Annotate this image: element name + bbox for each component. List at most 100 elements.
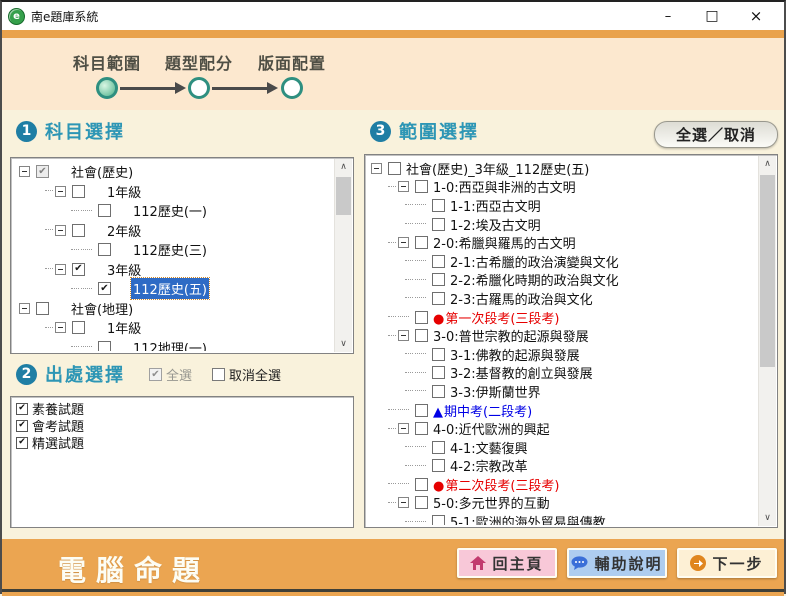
tree-item[interactable]: ✔ 112歷史(五) [13, 279, 334, 299]
tree-item[interactable]: 4-2:宗教改革 [367, 457, 758, 476]
tree-item-label[interactable]: 5-1:歐洲的海外貿易與傳教 [448, 511, 608, 525]
tree-item[interactable]: ▲期中考(二段考) [367, 401, 758, 420]
tree-item[interactable]: 4-0:近代歐洲的興起 [367, 419, 758, 438]
collapse-icon[interactable] [55, 225, 66, 236]
tree-item[interactable]: 1年級 [13, 182, 334, 202]
tree-item[interactable]: 4-1:文藝復興 [367, 438, 758, 457]
list-item[interactable]: ✔精選試題 [13, 434, 351, 451]
tree-item[interactable]: 1-2:埃及古文明 [367, 215, 758, 234]
checkbox[interactable]: ✔ [36, 165, 49, 178]
checkbox[interactable] [432, 199, 445, 212]
checkbox[interactable]: ✔ [16, 437, 28, 449]
tree-item-label[interactable]: 社會(歷史) [69, 161, 135, 182]
tree-item[interactable]: ●第二次段考(三段考) [367, 475, 758, 494]
checkbox[interactable]: ✔ [72, 263, 85, 276]
tree-item[interactable]: 1年級 [13, 318, 334, 338]
vertical-scrollbar[interactable]: ∧ ∨ [758, 156, 776, 526]
tree-item[interactable]: 3-1:佛教的起源與發展 [367, 345, 758, 364]
collapse-icon[interactable] [398, 497, 409, 508]
checkbox[interactable] [388, 162, 401, 175]
checkbox[interactable]: ✔ [16, 420, 28, 432]
scroll-down-icon[interactable]: ∨ [759, 510, 776, 526]
checkbox[interactable] [432, 441, 445, 454]
tree-item[interactable]: 5-1:歐洲的海外貿易與傳教 [367, 512, 758, 525]
checkbox[interactable] [415, 329, 428, 342]
step-circle-1[interactable] [96, 77, 118, 99]
tree-item-label[interactable]: 3年級 [105, 259, 143, 280]
checkbox[interactable] [72, 321, 85, 334]
checkbox[interactable] [98, 243, 111, 256]
tree-item[interactable]: 2年級 [13, 221, 334, 241]
close-button[interactable]: × [734, 3, 778, 29]
help-button[interactable]: 輔助說明 [567, 548, 667, 578]
checkbox[interactable]: ✔ [98, 282, 111, 295]
scroll-up-icon[interactable]: ∧ [759, 156, 776, 172]
checkbox[interactable] [36, 302, 49, 315]
tree-item[interactable]: 3-2:基督教的創立與發展 [367, 364, 758, 383]
tree-item[interactable]: 1-0:西亞與非洲的古文明 [367, 178, 758, 197]
checkbox[interactable]: ✔ [16, 403, 28, 415]
next-button[interactable]: 下一步 [677, 548, 777, 578]
tree-item[interactable]: 3-0:普世宗教的起源與發展 [367, 326, 758, 345]
checkbox[interactable] [432, 515, 445, 525]
collapse-icon[interactable] [398, 330, 409, 341]
collapse-icon[interactable] [55, 186, 66, 197]
tree-item[interactable]: 5-0:多元世界的互動 [367, 494, 758, 513]
collapse-icon[interactable] [19, 303, 30, 314]
checkbox[interactable] [432, 385, 445, 398]
checkbox[interactable] [432, 218, 445, 231]
select-toggle-button[interactable]: 全選／取消 [654, 121, 778, 148]
tree-item[interactable]: 3-3:伊斯蘭世界 [367, 382, 758, 401]
scrollbar-thumb[interactable] [336, 177, 351, 215]
tree-item-label[interactable]: 112歷史(三) [131, 239, 209, 260]
tree-item[interactable]: 2-2:希臘化時期的政治與文化 [367, 271, 758, 290]
checkbox[interactable] [432, 348, 445, 361]
tree-item[interactable]: 2-0:希臘與羅馬的古文明 [367, 233, 758, 252]
collapse-icon[interactable] [398, 237, 409, 248]
checkbox[interactable] [415, 422, 428, 435]
tree-item-label[interactable]: 社會(地理) [69, 298, 135, 319]
checkbox[interactable] [98, 204, 111, 217]
checkbox[interactable] [432, 255, 445, 268]
checkbox[interactable] [432, 459, 445, 472]
minimize-button[interactable]: – [646, 3, 690, 29]
checkbox[interactable] [415, 404, 428, 417]
maximize-button[interactable]: □ [690, 3, 734, 29]
tree-item[interactable]: 2-1:古希臘的政治演變與文化 [367, 252, 758, 271]
tree-item-label[interactable]: 1年級 [105, 181, 143, 202]
checkbox[interactable] [415, 311, 428, 324]
tree-item[interactable]: ✔ 3年級 [13, 260, 334, 280]
tree-item[interactable]: ●第一次段考(三段考) [367, 308, 758, 327]
scrollbar-thumb[interactable] [760, 175, 775, 367]
checkbox[interactable] [72, 224, 85, 237]
checkbox[interactable] [432, 273, 445, 286]
collapse-icon[interactable] [55, 322, 66, 333]
tree-item[interactable]: 社會(歷史)_3年級_112歷史(五) [367, 159, 758, 178]
tree-item[interactable]: 2-3:古羅馬的政治與文化 [367, 289, 758, 308]
checkbox[interactable] [415, 180, 428, 193]
tree-item[interactable]: 112歷史(一) [13, 201, 334, 221]
checkbox[interactable] [98, 341, 111, 351]
checkbox[interactable] [415, 496, 428, 509]
checkbox[interactable] [72, 185, 85, 198]
step-circle-3[interactable] [281, 77, 303, 99]
tree-item-label[interactable]: 2年級 [105, 220, 143, 241]
checkbox[interactable] [415, 478, 428, 491]
home-button[interactable]: 回主頁 [457, 548, 557, 578]
collapse-icon[interactable] [398, 181, 409, 192]
vertical-scrollbar[interactable]: ∧ ∨ [334, 159, 352, 352]
tree-item[interactable]: 社會(地理) [13, 299, 334, 319]
list-item[interactable]: ✔素養試題 [13, 400, 351, 417]
tree-item[interactable]: 112歷史(三) [13, 240, 334, 260]
collapse-icon[interactable] [398, 423, 409, 434]
tree-item-label[interactable]: 1年級 [105, 317, 143, 338]
deselect-all-checkbox[interactable] [212, 368, 225, 381]
scroll-up-icon[interactable]: ∧ [335, 159, 352, 175]
tree-item-label[interactable]: 112歷史(五) [131, 278, 209, 299]
tree-item[interactable]: 112地理(一) [13, 338, 334, 352]
step-circle-2[interactable] [188, 77, 210, 99]
list-item[interactable]: ✔會考試題 [13, 417, 351, 434]
tree-item[interactable]: 1-1:西亞古文明 [367, 196, 758, 215]
scroll-down-icon[interactable]: ∨ [335, 336, 352, 352]
collapse-icon[interactable] [19, 166, 30, 177]
